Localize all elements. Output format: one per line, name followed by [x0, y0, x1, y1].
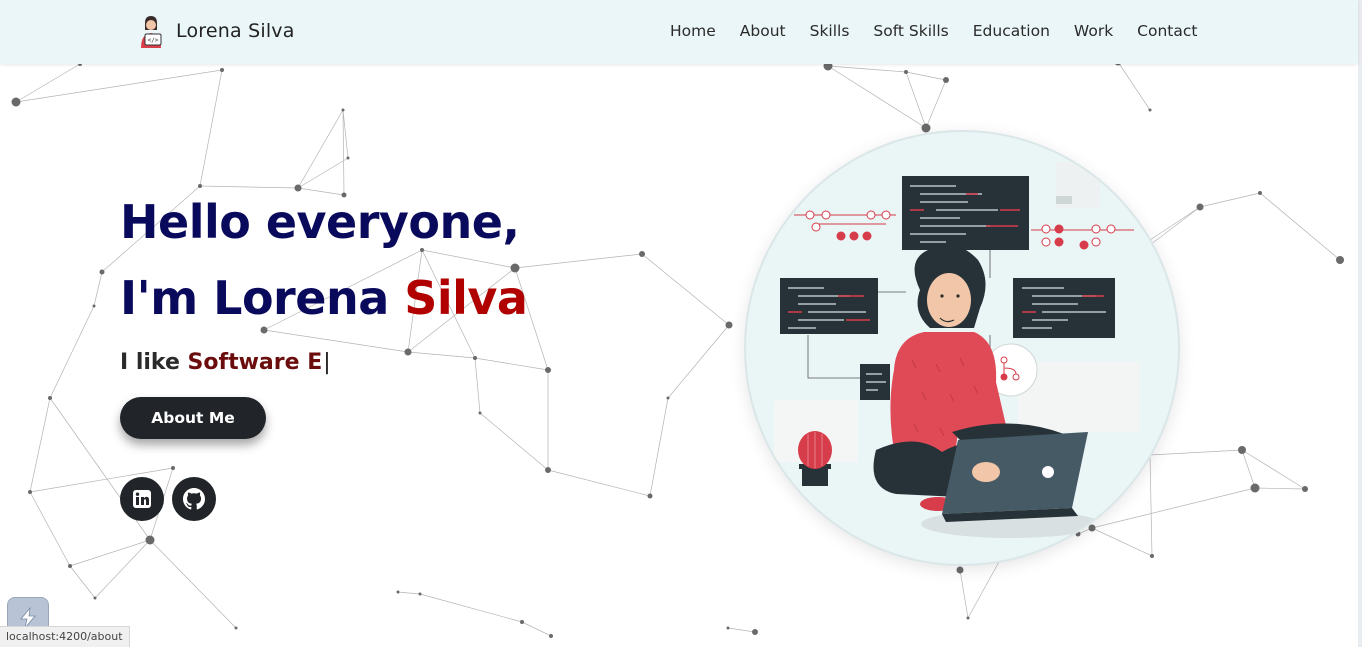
hero-intro: I'm Lorena Silva [120, 260, 528, 336]
nav-item-soft-skills[interactable]: Soft Skills [873, 22, 948, 40]
nav-item-work[interactable]: Work [1074, 22, 1113, 40]
typed-text: Software E [187, 350, 323, 375]
browser-status-url: localhost:4200/about [0, 626, 130, 647]
hero-section: Hello everyone, I'm Lorena Silva I like … [120, 184, 528, 375]
svg-text:</>: </> [148, 37, 159, 44]
nav-menu: Home About Skills Soft Skills Education … [670, 22, 1197, 40]
hero-intro-accent: Silva [404, 271, 528, 325]
nav-item-contact[interactable]: Contact [1137, 22, 1197, 40]
woman-coding-on-laptop-illustration [774, 162, 1140, 538]
nav-item-skills[interactable]: Skills [810, 22, 850, 40]
typing-cursor: | [323, 350, 331, 375]
developer-avatar-icon: </> [141, 16, 162, 48]
github-button[interactable] [172, 477, 216, 521]
brand-name: Lorena Silva [176, 20, 295, 42]
nav-item-about[interactable]: About [740, 22, 786, 40]
linkedin-icon [133, 490, 151, 508]
social-links [120, 477, 216, 521]
nav-item-home[interactable]: Home [670, 22, 716, 40]
github-icon [183, 488, 205, 510]
hero-intro-name: I'm Lorena [120, 271, 405, 325]
linkedin-button[interactable] [120, 477, 164, 521]
hero-subtitle: I like Software E| [120, 350, 527, 375]
hero-greeting: Hello everyone, [120, 195, 520, 249]
hero-subtitle-prefix: I like [120, 350, 188, 375]
page-scroll-edge [1358, 0, 1362, 647]
about-me-button[interactable]: About Me [120, 397, 266, 439]
hero-illustration [746, 132, 1178, 564]
top-navbar: </> Lorena Silva Home About Skills Soft … [0, 0, 1358, 64]
nav-item-education[interactable]: Education [973, 22, 1050, 40]
brand-home-link[interactable]: </> Lorena Silva [136, 14, 295, 48]
